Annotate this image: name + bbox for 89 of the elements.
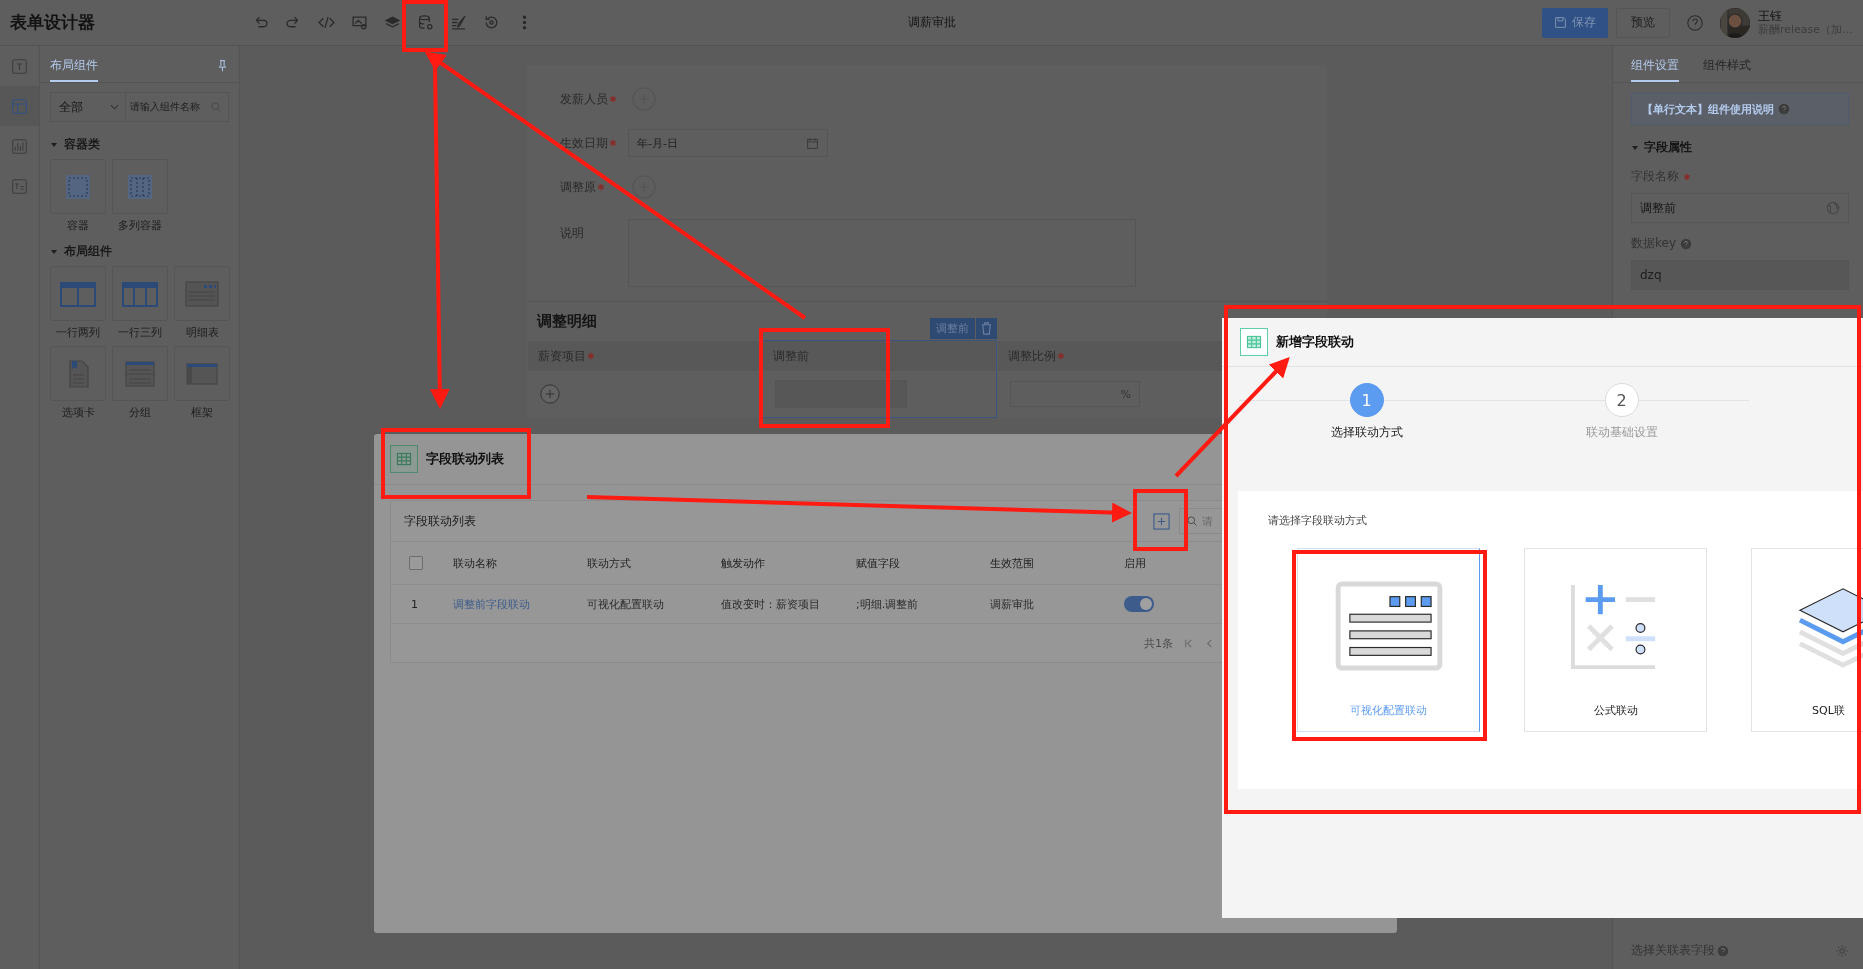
component-tile[interactable] <box>50 346 106 401</box>
globe-icon[interactable] <box>1826 201 1840 215</box>
settings-icon[interactable] <box>1835 943 1849 958</box>
component-tile[interactable] <box>112 346 168 401</box>
component-tile[interactable] <box>112 266 168 321</box>
column-header: 生效范围 <box>990 555 1035 571</box>
option-label: SQL联 <box>1812 703 1845 718</box>
column-header: 赋值字段 <box>856 555 901 571</box>
step-label: 选择联动方式 <box>1330 424 1403 441</box>
toggle-switch[interactable] <box>1124 596 1154 612</box>
pin-icon[interactable] <box>216 59 229 72</box>
prompt-text: 请选择字段联动方式 <box>1268 514 1367 527</box>
option-label: 可视化配置联动 <box>1350 703 1427 718</box>
group-title: 布局组件 <box>64 243 112 260</box>
image-icon[interactable] <box>351 14 368 31</box>
chart-icon <box>11 137 28 155</box>
component-tile[interactable] <box>50 266 106 321</box>
column-header: 联动方式 <box>587 555 632 571</box>
table-cell-text: 可视化配置联动 <box>587 596 665 612</box>
component-label: 容器 <box>67 218 89 233</box>
help-link[interactable]: 【单行文本】组件使用说明 <box>1631 93 1849 125</box>
column-header: 触发动作 <box>721 555 766 571</box>
form-icon <box>1333 581 1444 671</box>
component-tile[interactable] <box>174 266 230 321</box>
caret-icon[interactable] <box>50 247 58 256</box>
input-field[interactable] <box>775 380 907 408</box>
component-tile[interactable] <box>112 159 168 214</box>
add-button[interactable] <box>1153 512 1170 530</box>
save-button[interactable]: 保存 <box>1541 7 1608 38</box>
form-title: 调薪审批 <box>907 14 956 31</box>
section-title: 字段属性 <box>1644 139 1692 156</box>
save-icon <box>1553 16 1567 29</box>
panel-tab[interactable]: 布局组件 <box>50 57 98 82</box>
code-icon[interactable] <box>318 14 335 31</box>
text-area[interactable] <box>628 219 1136 287</box>
calendar-icon <box>806 136 819 150</box>
previous-page-icon[interactable] <box>1204 637 1215 649</box>
database-icon[interactable] <box>417 14 434 31</box>
table-cell-text: 调薪审批 <box>990 596 1035 612</box>
column-header: 启用 <box>1124 555 1147 571</box>
help-icon <box>1778 103 1790 115</box>
option-card[interactable]: 公式联动 <box>1524 548 1707 732</box>
user-name: 王钰 <box>1757 8 1783 23</box>
option-card[interactable]: SQL联 <box>1751 548 1863 732</box>
table-icon <box>1240 328 1268 356</box>
option-label: 公式联动 <box>1593 703 1638 718</box>
first-page-icon[interactable] <box>1183 637 1194 649</box>
help-icon[interactable] <box>1685 13 1704 32</box>
search-icon <box>1186 515 1198 527</box>
checkbox[interactable] <box>409 556 423 570</box>
trash-icon[interactable] <box>976 318 997 339</box>
step-label: 联动基础设置 <box>1585 424 1658 441</box>
row-number: 1 <box>410 597 419 611</box>
add-button[interactable] <box>632 175 656 199</box>
layout-icon <box>11 97 28 115</box>
table-cell-text: 值改变时：薪资项目 <box>721 596 821 612</box>
history-icon[interactable] <box>483 14 500 31</box>
column-header: 联动名称 <box>453 555 498 571</box>
list-title: 字段联动列表 <box>404 512 476 530</box>
group-title: 容器类 <box>64 136 100 153</box>
dialog-title: 字段联动列表 <box>426 450 504 468</box>
highlight-box <box>402 0 448 52</box>
total-count: 共1条 <box>1144 635 1173 651</box>
settings-tab[interactable]: 组件设置 <box>1631 57 1679 82</box>
component-label: 分组 <box>129 405 151 420</box>
text-field[interactable]: 调整前 <box>1631 193 1849 223</box>
section-title: 调整明细 <box>537 311 597 331</box>
component-label: 多列容器 <box>118 218 162 233</box>
edit-icon[interactable] <box>450 14 467 31</box>
component-label: 框架 <box>191 405 213 420</box>
component-tile[interactable] <box>174 346 230 401</box>
caret-icon[interactable] <box>50 140 58 149</box>
app-title: 表单设计器 <box>10 11 96 34</box>
table-icon <box>390 445 418 473</box>
highlight-box <box>1133 489 1188 551</box>
text-icon <box>11 57 28 75</box>
component-tile[interactable] <box>50 159 106 214</box>
caret-icon[interactable] <box>1631 143 1639 152</box>
step-number: 2 <box>1604 383 1639 417</box>
option-card[interactable]: 可视化配置联动 <box>1297 548 1480 732</box>
text-block-icon <box>11 177 28 195</box>
percent-field[interactable]: % <box>1010 381 1140 407</box>
preview-button[interactable]: 预览 <box>1615 7 1670 38</box>
table-cell-text: ;明细.调整前 <box>856 596 920 612</box>
help-icon[interactable] <box>1717 944 1729 957</box>
linkage-name-link[interactable]: 调整前字段联动 <box>453 596 587 612</box>
dialog-title: 新增字段联动 <box>1276 333 1354 351</box>
step-number: 1 <box>1349 383 1384 417</box>
add-button[interactable] <box>540 384 560 404</box>
